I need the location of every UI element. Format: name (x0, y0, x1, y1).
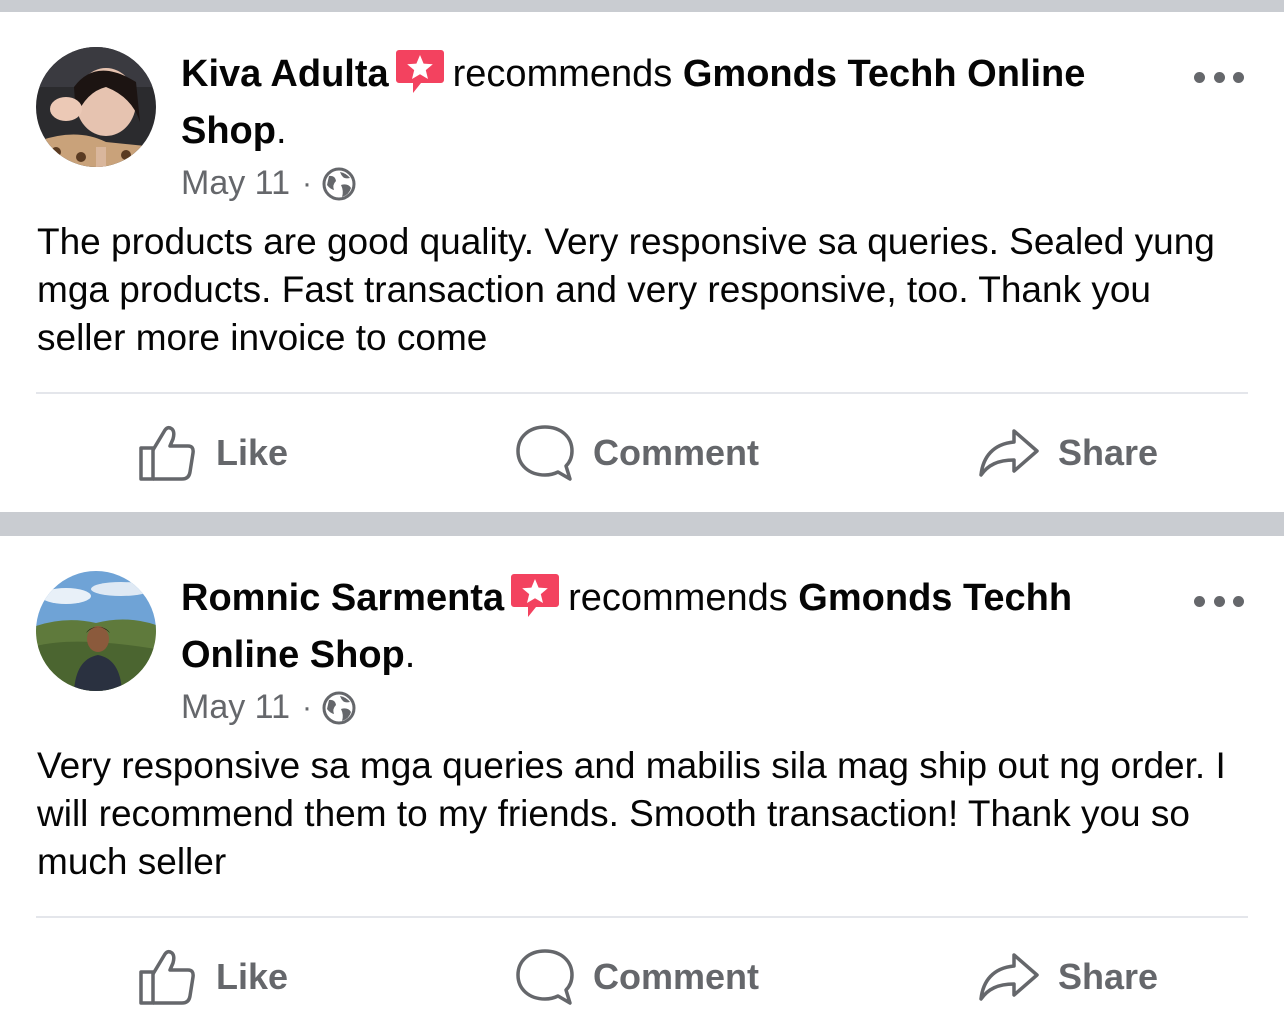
share-label: Share (1058, 432, 1159, 473)
meta-separator: · (301, 690, 312, 724)
like-button[interactable]: Like (138, 940, 288, 1014)
comment-button[interactable]: Comment (515, 416, 759, 490)
globe-icon (322, 167, 356, 201)
action-bar: Like Comment Share (0, 940, 1284, 1014)
post-meta: May 11 · (181, 688, 356, 727)
post-text: Very responsive sa mga queries and mabil… (37, 745, 1226, 882)
author-name[interactable]: Romnic Sarmenta (181, 577, 504, 619)
comment-label: Comment (593, 432, 760, 473)
share-button[interactable]: Share (978, 416, 1158, 490)
author-name[interactable]: Kiva Adulta (181, 53, 389, 95)
post-headline: Romnic Sarmenta recommends Gmonds Techh O… (181, 570, 1161, 684)
like-button[interactable]: Like (138, 416, 288, 490)
recommendation-post: Romnic Sarmenta recommends Gmonds Techh O… (0, 536, 1284, 1034)
like-label: Like (216, 432, 289, 473)
action-bar: Like Comment Share (0, 416, 1284, 490)
share-button[interactable]: Share (978, 940, 1158, 1014)
comment-bubble-icon (515, 948, 593, 1006)
post-date[interactable]: May 11 (181, 164, 290, 203)
recommend-star-icon (395, 48, 445, 96)
divider (36, 916, 1248, 918)
comment-bubble-icon (515, 424, 593, 482)
thumbs-up-icon (138, 424, 216, 482)
share-label: Share (1058, 956, 1159, 997)
avatar[interactable] (36, 571, 156, 691)
comment-button[interactable]: Comment (515, 940, 759, 1014)
meta-separator: · (301, 166, 312, 200)
divider (36, 392, 1248, 394)
globe-icon (322, 691, 356, 725)
post-text: The products are good quality. Very resp… (37, 221, 1215, 358)
like-label: Like (216, 956, 289, 997)
recommendation-post: Kiva Adulta recommends Gmonds Techh Onlin… (0, 12, 1284, 512)
more-options-icon[interactable] (1194, 594, 1244, 608)
post-headline: Kiva Adulta recommends Gmonds Techh Onlin… (181, 46, 1161, 160)
thumbs-up-icon (138, 948, 216, 1006)
post-date[interactable]: May 11 (181, 688, 290, 727)
share-arrow-icon (978, 951, 1058, 1003)
post-meta: May 11 · (181, 164, 356, 203)
recommends-text: recommends (452, 53, 673, 95)
share-arrow-icon (978, 427, 1058, 479)
recommend-star-icon (510, 572, 560, 620)
avatar[interactable] (36, 47, 156, 167)
recommends-text: recommends (568, 577, 788, 619)
headline-period: . (404, 634, 416, 676)
headline-period: . (275, 110, 287, 152)
comment-label: Comment (593, 956, 760, 997)
more-options-icon[interactable] (1194, 70, 1244, 84)
